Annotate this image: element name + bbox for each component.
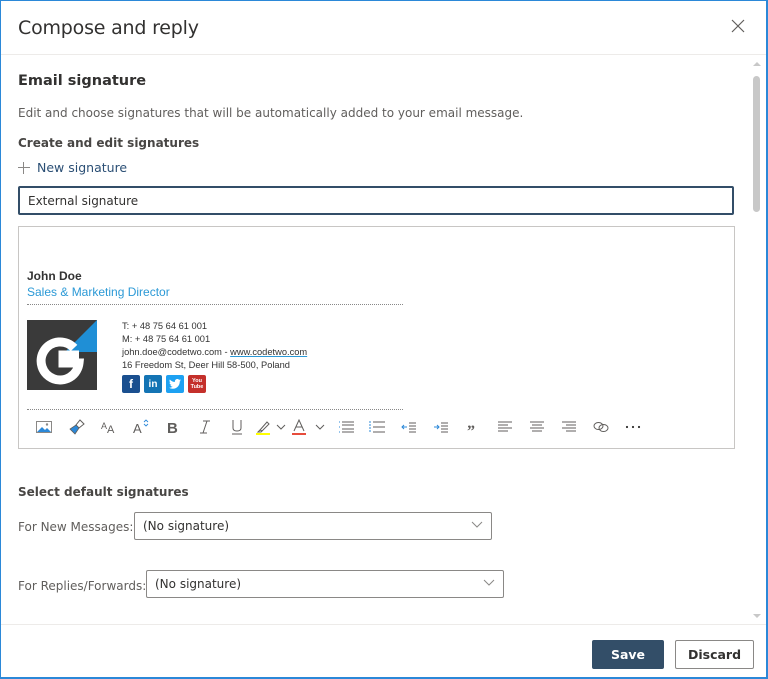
decrease-indent-button[interactable] <box>393 413 425 441</box>
dialog-footer: Save Discard <box>1 624 766 679</box>
grow-font-button[interactable]: A <box>125 413 157 441</box>
signature-contact-details: T: + 48 75 64 61 001 M: + 48 75 64 61 00… <box>122 320 307 393</box>
new-signature-label: New signature <box>37 160 128 175</box>
paintbrush-icon <box>69 419 85 435</box>
social-icons: f in You Tube <box>122 375 307 393</box>
dialog-title: Compose and reply <box>18 17 199 39</box>
bullets-button[interactable] <box>331 413 361 441</box>
signature-name: John Doe <box>27 269 82 283</box>
signature-email: john.doe@codetwo.com <box>122 347 222 357</box>
italic-icon <box>200 420 210 434</box>
replies-forwards-value: (No signature) <box>155 577 242 591</box>
plus-icon <box>18 161 30 174</box>
align-right-icon <box>562 421 576 432</box>
signature-phone: T: + 48 75 64 61 001 <box>122 321 208 331</box>
signature-editor[interactable]: John Doe Sales & Marketing Director T: +… <box>18 226 735 449</box>
chevron-down-icon <box>471 521 483 528</box>
insert-image-button[interactable] <box>27 413 61 441</box>
quote-button[interactable]: ” <box>457 413 489 441</box>
signature-address: 16 Freedom St, Deer Hill 58-500, Poland <box>122 360 290 370</box>
italic-button[interactable] <box>189 413 221 441</box>
signature-role: Sales & Marketing Director <box>27 285 170 299</box>
align-left-icon <box>498 421 512 432</box>
formatting-toolbar: AA A B ” <box>27 413 649 441</box>
increase-indent-button[interactable] <box>425 413 457 441</box>
image-icon <box>36 421 52 433</box>
replies-forwards-dropdown[interactable]: (No signature) <box>146 570 504 598</box>
link-icon <box>593 422 609 432</box>
signature-divider <box>27 304 403 305</box>
decrease-indent-icon <box>401 422 416 433</box>
bold-icon: B <box>167 420 178 435</box>
increase-indent-icon <box>434 422 448 433</box>
chevron-down-icon <box>483 579 495 586</box>
new-messages-label: For New Messages: <box>18 520 134 534</box>
numbered-list-icon <box>369 421 385 433</box>
signature-email-line: john.doe@codetwo.com - www.codetwo.com <box>122 346 307 359</box>
dialog-header: Compose and reply <box>1 1 766 55</box>
chevron-down-icon <box>315 424 325 430</box>
signature-name-input[interactable] <box>18 186 734 215</box>
format-painter-button[interactable] <box>61 413 93 441</box>
align-left-button[interactable] <box>489 413 521 441</box>
vertical-scrollbar[interactable] <box>751 56 763 624</box>
signature-website-link[interactable]: www.codetwo.com <box>230 347 307 357</box>
underline-icon <box>232 420 242 435</box>
twitter-bird-icon <box>169 379 181 389</box>
scroll-down-arrow-icon[interactable] <box>753 614 761 618</box>
section-title: Email signature <box>18 73 147 89</box>
insert-link-button[interactable] <box>585 413 617 441</box>
save-button[interactable]: Save <box>592 640 664 669</box>
dialog-content: Email signature Edit and choose signatur… <box>1 56 751 624</box>
twitter-icon[interactable] <box>166 375 184 393</box>
font-color-button[interactable] <box>289 413 309 441</box>
align-right-button[interactable] <box>553 413 585 441</box>
signature-preview: John Doe Sales & Marketing Director T: +… <box>27 269 403 410</box>
scrollbar-thumb[interactable] <box>753 76 760 212</box>
youtube-icon[interactable]: You Tube <box>188 375 206 393</box>
numbering-button[interactable] <box>361 413 393 441</box>
more-options-button[interactable] <box>617 413 649 441</box>
logo-g-icon <box>36 320 97 385</box>
new-signature-button[interactable]: New signature <box>18 160 127 175</box>
create-edit-heading: Create and edit signatures <box>18 136 200 150</box>
chevron-down-icon <box>276 424 286 430</box>
font-color-icon <box>292 419 306 435</box>
highlight-dropdown-button[interactable] <box>273 413 289 441</box>
font-color-dropdown-button[interactable] <box>309 413 331 441</box>
bullet-list-icon <box>339 421 354 433</box>
scroll-up-arrow-icon[interactable] <box>753 62 761 66</box>
svg-text:B: B <box>167 420 178 435</box>
highlighter-icon <box>256 421 270 435</box>
linkedin-icon[interactable]: in <box>144 375 162 393</box>
grow-font-icon: A <box>133 419 149 435</box>
compose-reply-dialog: Compose and reply Email signature Edit a… <box>0 0 768 679</box>
close-icon <box>731 19 745 33</box>
new-messages-value: (No signature) <box>143 519 230 533</box>
font-size-button[interactable]: AA <box>93 413 125 441</box>
new-messages-dropdown[interactable]: (No signature) <box>134 512 492 540</box>
discard-button[interactable]: Discard <box>675 640 754 669</box>
quote-icon: ” <box>467 423 475 432</box>
separator: - <box>221 347 231 357</box>
facebook-icon[interactable]: f <box>122 375 140 393</box>
align-center-button[interactable] <box>521 413 553 441</box>
svg-text:A: A <box>107 424 115 434</box>
default-signatures-heading: Select default signatures <box>18 485 189 499</box>
signature-mobile: M: + 48 75 64 61 001 <box>122 334 211 344</box>
svg-text:A: A <box>133 421 142 435</box>
more-icon <box>625 425 641 429</box>
section-description: Edit and choose signatures that will be … <box>18 106 524 120</box>
close-button[interactable] <box>730 18 746 34</box>
font-size-icon: AA <box>101 421 115 434</box>
company-logo <box>27 320 97 390</box>
svg-text:”: ” <box>467 423 475 432</box>
align-center-icon <box>530 421 544 432</box>
highlight-button[interactable] <box>253 413 273 441</box>
bold-button[interactable]: B <box>157 413 189 441</box>
replies-forwards-label: For Replies/Forwards: <box>18 579 147 593</box>
signature-divider-bottom <box>27 409 403 410</box>
underline-button[interactable] <box>221 413 253 441</box>
